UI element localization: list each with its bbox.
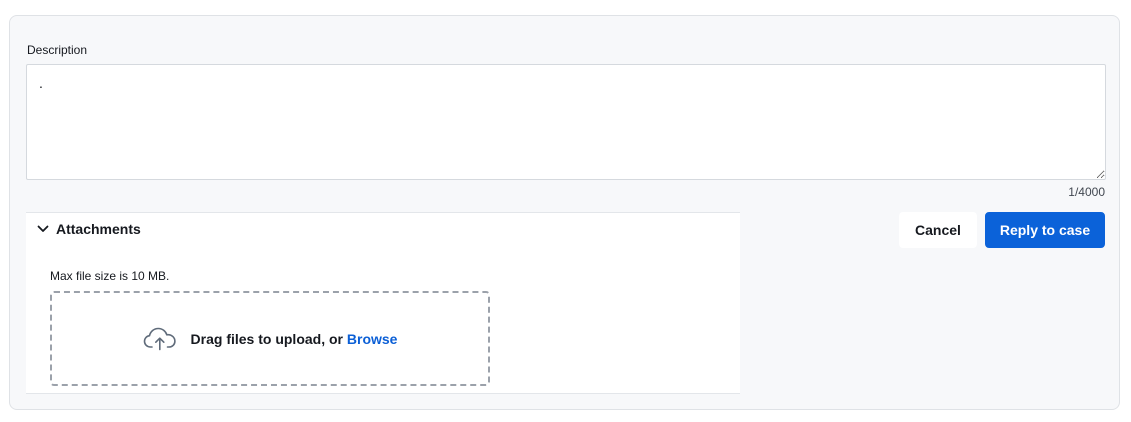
chevron-down-icon — [37, 225, 49, 232]
description-label: Description — [27, 43, 88, 57]
max-file-size-note: Max file size is 10 MB. — [50, 269, 170, 283]
cloud-upload-icon — [143, 327, 176, 350]
reply-panel: Description 1/4000 Attachments Max file … — [9, 15, 1120, 410]
dropzone-text: Drag files to upload, or Browse — [191, 331, 398, 347]
attachments-title: Attachments — [56, 221, 141, 237]
attachments-toggle[interactable]: Attachments — [36, 221, 141, 237]
file-dropzone[interactable]: Drag files to upload, or Browse — [50, 291, 490, 386]
browse-link[interactable]: Browse — [347, 331, 398, 347]
drag-files-text: Drag files to upload, or — [190, 330, 343, 347]
attachments-section: Attachments Max file size is 10 MB. Drag… — [26, 212, 740, 394]
character-count: 1/4000 — [1068, 185, 1105, 199]
reply-to-case-button[interactable]: Reply to case — [985, 212, 1105, 248]
cancel-button[interactable]: Cancel — [899, 212, 977, 248]
description-textarea[interactable] — [26, 64, 1106, 180]
